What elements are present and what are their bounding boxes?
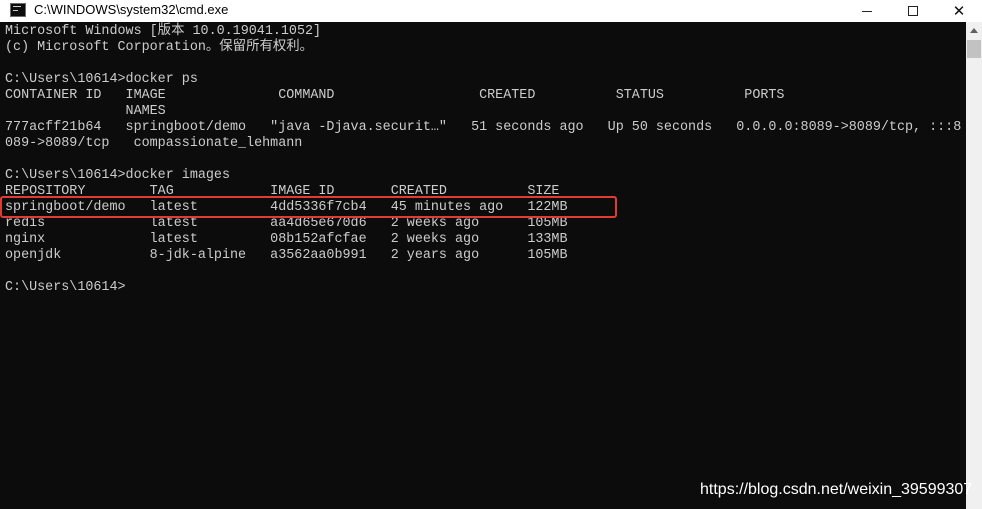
console-line: Microsoft Windows [版本 10.0.19041.1052] bbox=[5, 24, 322, 39]
console-line: C:\Users\10614>docker ps bbox=[5, 72, 198, 87]
console-line: redis latest aa4d65e670d6 2 weeks ago 10… bbox=[5, 216, 568, 231]
springboot-image-highlight-box bbox=[0, 196, 617, 218]
console-line: openjdk 8-jdk-alpine a3562aa0b991 2 year… bbox=[5, 248, 568, 263]
console-output[interactable]: Microsoft Windows [版本 10.0.19041.1052] (… bbox=[0, 22, 966, 509]
maximize-icon bbox=[908, 6, 918, 16]
console-line: C:\Users\10614>docker images bbox=[5, 168, 230, 183]
minimize-button[interactable] bbox=[844, 0, 890, 22]
console-line: nginx latest 08b152afcfae 2 weeks ago 13… bbox=[5, 232, 568, 247]
minimize-icon bbox=[862, 10, 872, 12]
close-button[interactable]: ✕ bbox=[936, 0, 982, 22]
scroll-up-button[interactable] bbox=[966, 22, 982, 39]
arrow-up-icon bbox=[970, 28, 978, 33]
scrollbar-thumb[interactable] bbox=[967, 40, 981, 58]
close-icon: ✕ bbox=[952, 3, 966, 20]
console-line: NAMES bbox=[5, 104, 166, 119]
prompt-line[interactable]: C:\Users\10614> bbox=[5, 280, 126, 296]
title-bar[interactable]: C:\WINDOWS\system32\cmd.exe ✕ bbox=[0, 0, 982, 22]
console-line: CONTAINER ID IMAGE COMMAND CREATED STATU… bbox=[5, 88, 785, 103]
console-line: 777acff21b64 springboot/demo "java -Djav… bbox=[5, 120, 962, 135]
maximize-button[interactable] bbox=[890, 0, 936, 22]
window-title: C:\WINDOWS\system32\cmd.exe bbox=[34, 2, 229, 17]
console-line: 089->8089/tcp compassionate_lehmann bbox=[5, 136, 303, 151]
watermark-url: https://blog.csdn.net/weixin_39599307 bbox=[700, 481, 973, 498]
cmd-app-icon[interactable] bbox=[10, 3, 26, 17]
vertical-scrollbar[interactable] bbox=[966, 22, 982, 509]
console-line: (c) Microsoft Corporation。保留所有权利。 bbox=[5, 40, 314, 55]
